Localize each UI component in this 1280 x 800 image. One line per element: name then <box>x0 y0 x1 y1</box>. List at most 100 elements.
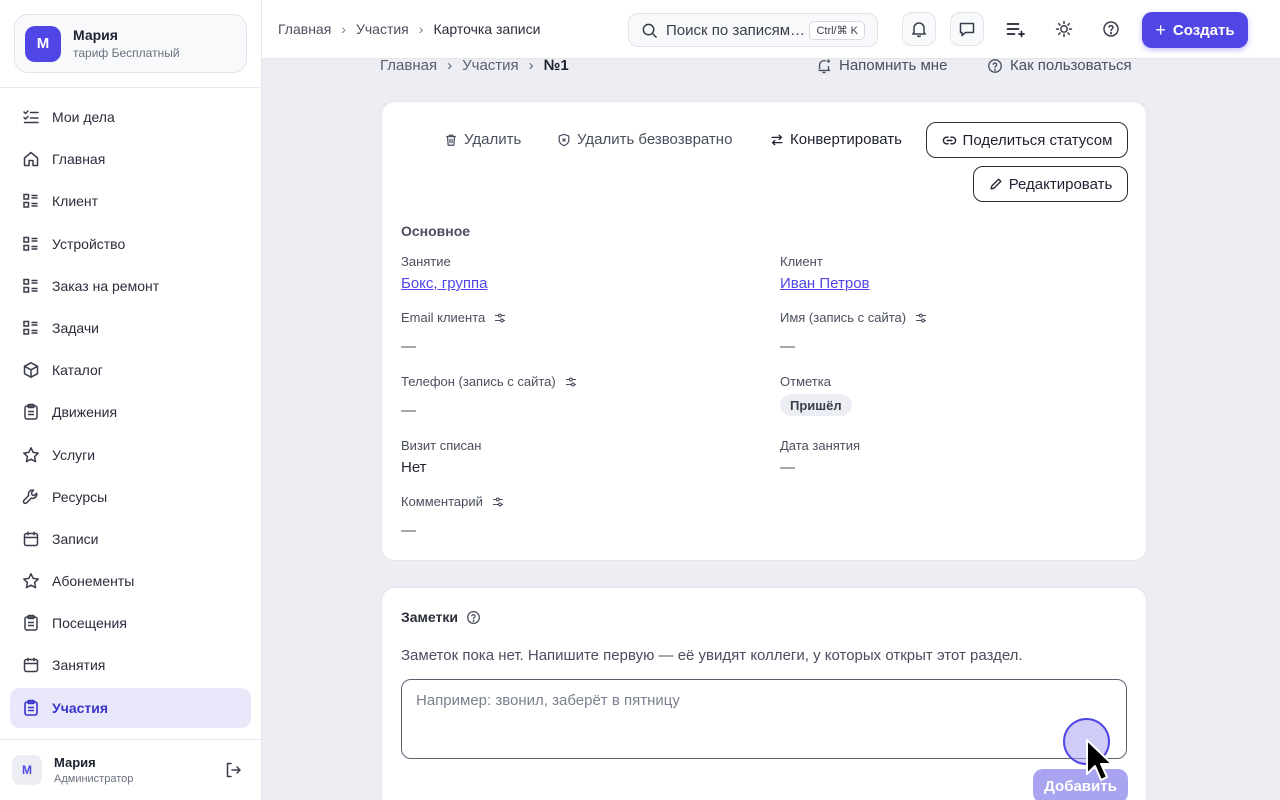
sidebar-item-label: Посещения <box>52 615 127 632</box>
workspace-switcher[interactable]: М Мария тариф Бесплатный <box>14 14 247 73</box>
workspace-name: Мария <box>73 27 118 43</box>
field-label-email: Email клиента <box>401 310 506 325</box>
field-label-text: Комментарий <box>401 494 483 509</box>
field-label-text: Отметка <box>780 374 831 389</box>
sidebar-item-lessons[interactable]: Занятия <box>10 645 251 685</box>
chevron-right-icon: › <box>447 57 453 74</box>
sidebar-item-records[interactable]: Записи <box>10 519 251 559</box>
list-grid-icon <box>23 194 38 209</box>
sliders-icon[interactable] <box>494 312 506 324</box>
delete-forever-label: Удалить безвозвратно <box>577 131 733 148</box>
sidebar-item-my-tasks[interactable]: Мои дела <box>10 97 251 137</box>
field-label-name-site: Имя (запись с сайта) <box>780 310 927 325</box>
delete-label: Удалить <box>464 131 522 148</box>
sidebar-item-client[interactable]: Клиент <box>10 181 251 221</box>
shield-x-icon <box>558 133 570 146</box>
help-button[interactable] <box>1094 12 1128 46</box>
sidebar-item-label: Главная <box>52 151 106 168</box>
calendar-icon <box>23 531 39 547</box>
help-icon <box>988 58 1002 73</box>
sidebar-item-device[interactable]: Устройство <box>10 224 251 264</box>
field-label-text: Email клиента <box>401 310 486 325</box>
share-status-button[interactable]: Поделиться статусом <box>926 122 1128 158</box>
bell-icon <box>912 22 926 38</box>
breadcrumb: Главная › Участия › Карточка записи <box>278 21 540 37</box>
field-value-lesson[interactable]: Бокс, группа <box>401 275 487 292</box>
field-label-phone: Телефон (запись с сайта) <box>401 374 577 389</box>
breadcrumb-home[interactable]: Главная <box>380 57 437 74</box>
sidebar-item-tasks[interactable]: Задачи <box>10 308 251 348</box>
breadcrumb-home[interactable]: Главная <box>278 21 331 37</box>
sliders-icon[interactable] <box>492 496 504 508</box>
search-icon <box>642 23 657 38</box>
calendar-icon <box>23 658 39 673</box>
add-list-button[interactable] <box>998 12 1032 46</box>
pencil-icon <box>990 178 1002 190</box>
sidebar-item-label: Занятия <box>52 657 106 674</box>
field-value-visit: Нет <box>401 459 427 476</box>
user-role: Администратор <box>54 773 134 785</box>
user-name: Мария <box>54 755 96 770</box>
search-input[interactable]: Поиск по записям… Ctrl/⌘ K <box>628 13 878 47</box>
notifications-button[interactable] <box>902 12 936 46</box>
breadcrumb-current: №1 <box>543 57 569 74</box>
delete-forever-button[interactable]: Удалить безвозвратно <box>557 131 732 148</box>
sidebar-nav: Мои дела Главная Клиент Устройство Заказ… <box>10 97 251 730</box>
messages-button[interactable] <box>950 12 984 46</box>
sidebar-item-subscriptions[interactable]: Абонементы <box>10 561 251 601</box>
box-icon <box>23 362 39 379</box>
list-grid-icon <box>23 236 38 251</box>
sidebar-item-visits[interactable]: Посещения <box>10 603 251 643</box>
search-ellipsis: … <box>790 21 806 39</box>
delete-button[interactable]: Удалить <box>444 131 521 148</box>
theme-toggle-button[interactable] <box>1047 12 1081 46</box>
notes-card: Заметки Заметок пока нет. Напишите перву… <box>381 587 1147 800</box>
convert-button[interactable]: Конвертировать <box>770 131 902 148</box>
record-card: Удалить Удалить безвозвратно Конвертиров… <box>381 101 1147 561</box>
field-value-comment: — <box>401 522 416 539</box>
field-value-phone: — <box>401 402 416 419</box>
clipboard-icon <box>24 699 38 716</box>
note-textarea[interactable] <box>401 679 1127 759</box>
status-badge: Пришёл <box>780 394 852 416</box>
field-value-date: — <box>780 459 795 476</box>
edit-label: Редактировать <box>1008 175 1113 193</box>
workspace-plan: тариф Бесплатный <box>73 46 180 60</box>
sidebar-item-services[interactable]: Услуги <box>10 435 251 475</box>
help-icon <box>1103 21 1119 37</box>
field-value-name-site: — <box>780 338 795 355</box>
sidebar-item-catalog[interactable]: Каталог <box>10 350 251 390</box>
remind-me-button[interactable]: Напомнить мне <box>816 57 947 74</box>
sidebar-item-label: Каталог <box>52 362 103 379</box>
breadcrumb-participations[interactable]: Участия <box>356 21 409 37</box>
edit-button[interactable]: Редактировать <box>973 166 1128 202</box>
list-grid-icon <box>23 278 38 293</box>
field-label-text: Имя (запись с сайта) <box>780 310 907 325</box>
field-value-client[interactable]: Иван Петров <box>780 275 870 292</box>
chevron-right-icon: › <box>418 21 424 37</box>
convert-label: Конвертировать <box>790 131 902 148</box>
sidebar-item-home[interactable]: Главная <box>10 139 251 179</box>
avatar: М <box>12 755 42 785</box>
sidebar-item-movements[interactable]: Движения <box>10 392 251 432</box>
sidebar-item-participations[interactable]: Участия <box>10 687 251 728</box>
breadcrumb-participations[interactable]: Участия <box>462 57 519 74</box>
sidebar-item-label: Участия <box>52 699 109 716</box>
clipboard-icon <box>24 404 38 421</box>
logout-icon[interactable] <box>224 761 242 779</box>
sidebar-item-label: Абонементы <box>52 573 135 590</box>
sliders-icon[interactable] <box>565 376 577 388</box>
sidebar-item-repair-order[interactable]: Заказ на ремонт <box>10 266 251 306</box>
sidebar-item-resources[interactable]: Ресурсы <box>10 477 251 517</box>
sliders-icon[interactable] <box>915 312 927 324</box>
chevron-right-icon: › <box>528 57 534 74</box>
sidebar-item-label: Заказ на ремонт <box>52 277 160 294</box>
notes-title-text: Заметки <box>401 609 458 625</box>
user-profile[interactable]: М Мария Администратор <box>12 752 252 788</box>
help-icon[interactable] <box>466 610 481 625</box>
field-label-date: Дата занятия <box>780 438 860 453</box>
create-button[interactable]: + Создать <box>1142 12 1248 48</box>
page-breadcrumb: Главная › Участия › №1 <box>380 57 569 74</box>
how-to-use-button[interactable]: Как пользоваться <box>987 57 1132 74</box>
field-value-email: — <box>401 338 416 355</box>
